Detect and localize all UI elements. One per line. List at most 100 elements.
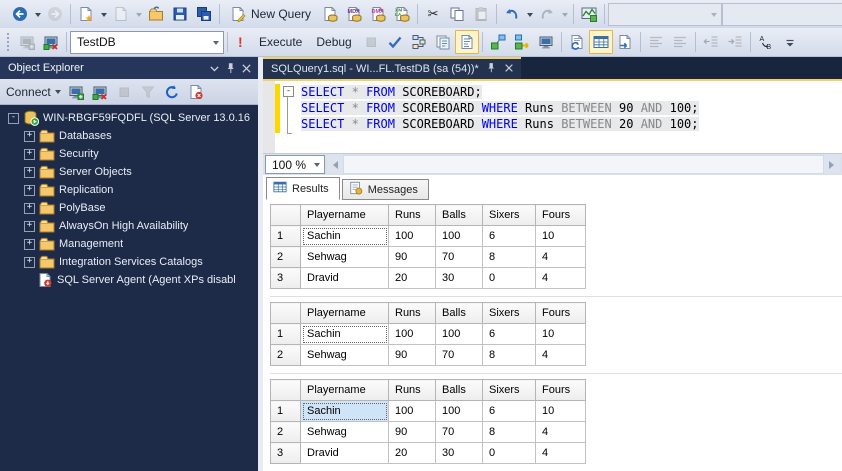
back-button[interactable] [8,2,32,26]
grid-cell[interactable]: 4 [535,442,586,464]
client-statistics-button[interactable] [534,30,558,54]
grid-cell[interactable]: 6 [482,225,536,247]
row-number-cell[interactable]: 1 [270,400,301,422]
navigate-button[interactable]: AB [754,30,778,54]
row-number-cell[interactable]: 2 [270,421,301,443]
open-file-button[interactable] [144,2,168,26]
tree-item-alwayson-high-availability[interactable]: + AlwaysOn High Availability [0,217,258,235]
grid-cell[interactable]: Sehwag [300,344,389,366]
grid-cell[interactable]: 100 [388,225,436,247]
tree-toggle-icon[interactable]: + [24,202,35,214]
column-header-runs[interactable]: Runs [388,379,436,401]
paste-button[interactable] [469,2,493,26]
tree-toggle-icon[interactable]: + [24,166,35,178]
tree-item-win-rbgf59fqdfl-sql-server-13-[interactable]: - WIN-RBGF59FQDFL (SQL Server 13.0.16 [0,109,258,127]
connect-menu-button[interactable]: Connect [4,81,64,103]
grid-cell[interactable]: Dravid [300,442,389,464]
new-item-button[interactable] [74,2,98,26]
new-query-button[interactable]: New Query [223,3,318,25]
tree-item-server-objects[interactable]: + Server Objects [0,163,258,181]
row-number-cell[interactable]: 2 [270,344,301,366]
intellisense-button[interactable] [454,30,479,54]
tab-close-icon[interactable] [503,62,515,77]
comment-button[interactable] [644,30,668,54]
grid-cell[interactable]: 10 [535,400,586,422]
parse-button[interactable] [383,30,407,54]
grid-cell[interactable]: 20 [388,267,436,289]
column-header-fours[interactable]: Fours [535,379,586,401]
sql-line-3[interactable]: SELECT * FROM SCOREBOARD WHERE Runs BETW… [301,116,842,132]
mdx-query-button[interactable]: MDX [342,2,366,26]
column-header-sixers[interactable]: Sixers [482,302,536,324]
window-position-icon[interactable] [206,60,222,76]
tree-toggle-icon[interactable]: + [24,220,35,232]
cut-button[interactable]: ✂ [421,2,445,26]
scroll-left-icon[interactable] [327,156,343,173]
disconnect-button[interactable] [89,80,112,103]
grid-cell[interactable]: 100 [388,323,436,345]
grid-cell[interactable]: 0 [482,267,536,289]
grid-cell[interactable]: 4 [535,344,586,366]
execute-button[interactable]: ! Execute [231,31,309,53]
collapse-region-icon[interactable]: - [283,86,294,97]
column-header-sixers[interactable]: Sixers [482,204,536,226]
scroll-right-icon[interactable] [824,156,840,173]
row-number-cell[interactable]: 3 [270,442,301,464]
grid-cell[interactable]: 30 [435,267,483,289]
database-engine-query-button[interactable] [318,2,342,26]
grid-cell[interactable]: 4 [535,267,586,289]
grid-cell[interactable]: 4 [535,246,586,268]
grid-cell[interactable]: 90 [388,344,436,366]
grid-cell[interactable]: 100 [435,225,483,247]
toolbar-grip[interactable] [5,33,12,51]
tree-toggle-icon[interactable]: + [24,238,35,250]
xmla-query-button[interactable]: XM LA [390,2,414,26]
column-header-sixers[interactable]: Sixers [482,379,536,401]
save-button[interactable] [168,2,192,26]
increase-indent-button[interactable] [723,30,747,54]
activity-monitor-button[interactable] [577,2,601,26]
editor-horizontal-scrollbar[interactable] [327,155,840,174]
undo-dropdown-icon[interactable] [524,3,535,25]
column-header-playername[interactable]: Playername [300,302,389,324]
results-to-text-button[interactable] [565,30,589,54]
filter-button[interactable] [137,80,160,103]
column-header-balls[interactable]: Balls [435,204,483,226]
grid-cell[interactable]: Sachin [300,225,389,247]
actual-plan-button[interactable] [510,30,534,54]
tree-item-integration-services-catalogs[interactable]: + Integration Services Catalogs [0,253,258,271]
tree-item-management[interactable]: + Management [0,235,258,253]
tree-toggle-icon[interactable]: + [24,256,35,268]
grid-cell[interactable]: 70 [435,421,483,443]
change-connection-button[interactable] [39,30,63,54]
grid-cell[interactable]: 10 [535,323,586,345]
scrollbar-thumb[interactable] [343,155,824,174]
tree-toggle-icon[interactable]: + [24,148,35,160]
column-header-playername[interactable]: Playername [300,204,389,226]
script-wizard-button[interactable] [185,80,208,103]
grid-cell[interactable]: 20 [388,442,436,464]
grid-cell[interactable]: Sehwag [300,421,389,443]
pin-icon[interactable] [222,60,238,76]
sql-line-2[interactable]: SELECT * FROM SCOREBOARD WHERE Runs BETW… [301,100,842,116]
grid-cell[interactable]: Sachin [300,400,389,422]
tree-toggle-icon[interactable]: - [8,112,19,124]
estimated-plan-button[interactable] [407,30,431,54]
connect-object-explorer-button[interactable] [15,30,39,54]
close-icon[interactable] [238,60,254,76]
toolbar-options-overflow[interactable] [778,30,802,54]
redo-dropdown-icon[interactable] [559,3,570,25]
column-header-balls[interactable]: Balls [435,302,483,324]
grid-cell[interactable]: 90 [388,246,436,268]
grid-cell[interactable]: 8 [482,421,536,443]
grid-cell[interactable]: 90 [388,421,436,443]
add-item-dropdown-icon[interactable] [133,3,144,25]
row-number-cell[interactable]: 1 [270,225,301,247]
results-to-file-button[interactable] [613,30,637,54]
tree-toggle-icon[interactable]: + [24,184,35,196]
grid-cell[interactable]: 4 [535,421,586,443]
grid-cell[interactable]: 6 [482,400,536,422]
row-number-cell[interactable]: 2 [270,246,301,268]
column-header-balls[interactable]: Balls [435,379,483,401]
grid-cell[interactable]: Sehwag [300,246,389,268]
